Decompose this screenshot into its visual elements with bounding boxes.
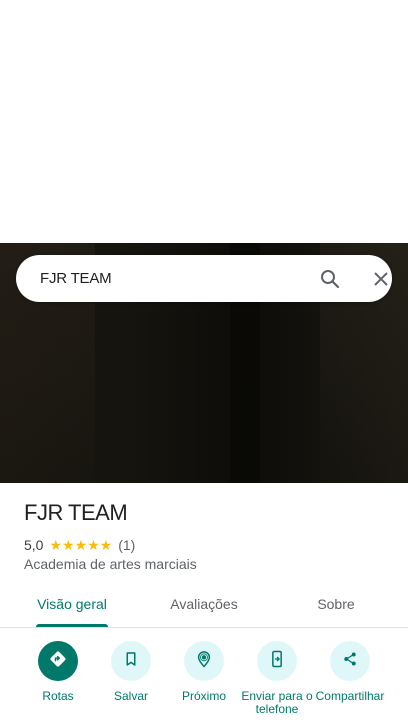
review-count[interactable]: (1)	[118, 537, 135, 553]
close-icon[interactable]	[369, 267, 393, 291]
share-button[interactable]: Compartilhar	[310, 641, 390, 703]
send-to-phone-label: Enviar para o telefone	[241, 689, 313, 716]
save-label: Salvar	[113, 689, 148, 703]
tab-overview[interactable]: Visão geral	[24, 585, 120, 628]
tab-about-label: Sobre	[317, 596, 355, 612]
search-icon[interactable]	[318, 267, 342, 291]
save-button[interactable]: Salvar	[91, 641, 171, 703]
nearby-label: Próximo	[181, 689, 226, 703]
tab-reviews-label: Avaliações	[170, 596, 238, 612]
tab-about[interactable]: Sobre	[300, 585, 372, 628]
place-title: FJR TEAM	[24, 500, 128, 525]
directions-icon	[48, 649, 68, 674]
tabs-divider	[0, 627, 408, 628]
search-input[interactable]: FJR TEAM	[40, 255, 112, 302]
action-buttons: Rotas Salvar Próximo Enviar para o telef…	[0, 641, 408, 726]
nearby-button[interactable]: Próximo	[164, 641, 244, 703]
send-to-phone-icon	[267, 649, 287, 674]
map-area	[0, 0, 408, 243]
star-rating-icon: ★★★★★	[49, 536, 113, 553]
share-label: Compartilhar	[315, 689, 385, 703]
nearby-icon	[194, 649, 214, 674]
tab-bar: Visão geral Avaliações Sobre	[0, 585, 408, 628]
directions-button[interactable]: Rotas	[18, 641, 98, 703]
tab-reviews[interactable]: Avaliações	[158, 585, 250, 628]
tab-overview-label: Visão geral	[37, 596, 107, 612]
search-bar[interactable]: FJR TEAM	[16, 255, 392, 302]
rating-value: 5,0	[24, 537, 44, 553]
directions-label: Rotas	[42, 689, 74, 703]
send-to-phone-button[interactable]: Enviar para o telefone	[237, 641, 317, 716]
share-icon	[341, 650, 359, 673]
bookmark-icon	[122, 650, 140, 673]
rating-row[interactable]: 5,0 ★★★★★ (1)	[24, 536, 135, 554]
place-category[interactable]: Academia de artes marciais	[24, 556, 197, 572]
place-details-screen: FJR TEAM FJR TEAM 5,0 ★★★★★ (1) Academia…	[0, 0, 408, 726]
